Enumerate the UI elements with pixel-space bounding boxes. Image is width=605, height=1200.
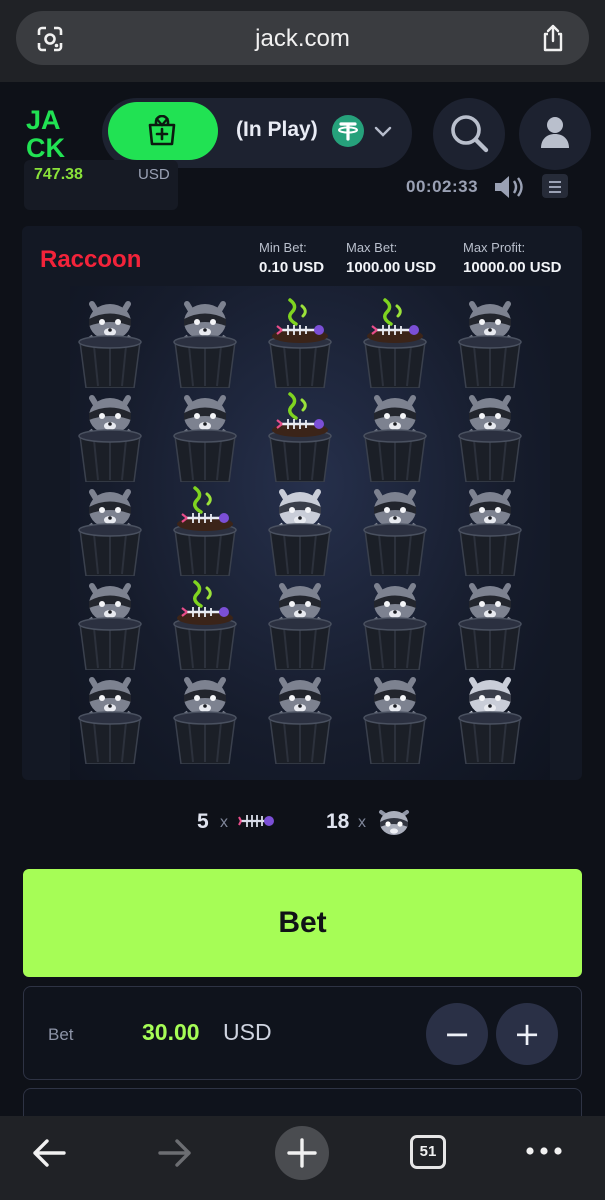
session-timer: 00:02:33 bbox=[406, 177, 479, 196]
url-text[interactable]: jack.com bbox=[16, 25, 589, 53]
game-panel: Raccoon Min Bet: 0.10 USD Max Bet: 1000.… bbox=[22, 226, 582, 780]
address-bar[interactable]: jack.com bbox=[16, 11, 589, 65]
game-board bbox=[70, 286, 550, 780]
svg-text:CK: CK bbox=[26, 133, 65, 160]
raccoon-cell[interactable] bbox=[450, 386, 530, 482]
balance-box: 747.38 USD bbox=[24, 160, 178, 210]
raccoon-cell[interactable] bbox=[355, 668, 435, 764]
browser-top-bar: jack.com bbox=[0, 0, 605, 82]
bet-amount-row: Bet 30.00 USD − + bbox=[23, 986, 582, 1080]
raccoon-cell[interactable] bbox=[165, 668, 245, 764]
increase-bet-button[interactable]: + bbox=[496, 1003, 558, 1065]
balance-currency: USD bbox=[138, 166, 170, 183]
max-bet-value: 1000.00 USD bbox=[346, 259, 437, 276]
bet-button[interactable]: Bet bbox=[23, 869, 582, 977]
raccoon-cell[interactable] bbox=[355, 574, 435, 670]
raccoon-cell[interactable] bbox=[260, 668, 340, 764]
min-bet-stat: Min Bet: 0.10 USD bbox=[259, 240, 324, 276]
raccoon-cell[interactable] bbox=[70, 480, 150, 576]
fish-bone-cell[interactable] bbox=[165, 574, 245, 670]
max-bet-label: Max Bet: bbox=[346, 240, 398, 255]
share-icon[interactable] bbox=[539, 23, 567, 53]
bet-label: Bet bbox=[48, 1025, 74, 1044]
raccoon-cell[interactable] bbox=[165, 386, 245, 482]
plus-icon bbox=[287, 1138, 317, 1168]
fish-bone-cell[interactable] bbox=[165, 480, 245, 576]
raccoon-cell[interactable] bbox=[450, 292, 530, 388]
bet-amount-input[interactable]: 30.00 bbox=[142, 1019, 200, 1046]
tether-icon bbox=[332, 115, 364, 147]
fish-bone-cell[interactable] bbox=[260, 386, 340, 482]
max-profit-label: Max Profit: bbox=[463, 240, 526, 255]
game-title: Raccoon bbox=[40, 246, 142, 273]
decrease-bet-button[interactable]: − bbox=[426, 1003, 488, 1065]
max-profit-stat: Max Profit: 10000.00 USD bbox=[463, 240, 561, 276]
raccoon-cell[interactable] bbox=[355, 480, 435, 576]
search-button[interactable] bbox=[433, 98, 505, 170]
max-bet-stat: Max Bet: 1000.00 USD bbox=[346, 240, 436, 276]
wallet-status: (In Play) bbox=[236, 118, 318, 141]
raccoon-cell[interactable] bbox=[260, 480, 340, 576]
game-info-strip: 747.38 USD 00:02:33 bbox=[0, 160, 605, 212]
search-icon bbox=[451, 115, 489, 153]
min-bet-value: 0.10 USD bbox=[259, 259, 325, 276]
fish-count: 5 bbox=[197, 810, 209, 833]
wallet-selector[interactable]: (In Play) bbox=[102, 98, 412, 168]
fish-bone-cell[interactable] bbox=[260, 292, 340, 388]
cashier-bag-icon bbox=[148, 115, 176, 146]
user-icon bbox=[541, 117, 569, 148]
raccoon-cell[interactable] bbox=[450, 668, 530, 764]
chevron-down-icon[interactable] bbox=[374, 126, 392, 138]
raccoon-icon bbox=[379, 810, 409, 835]
browser-bottom-bar: 51 bbox=[0, 1116, 605, 1200]
result-summary: 5 x 18 x bbox=[0, 800, 605, 844]
raccoon-times: x bbox=[358, 814, 366, 831]
game-menu-button[interactable] bbox=[542, 174, 568, 198]
min-bet-label: Min Bet: bbox=[259, 240, 307, 255]
forward-arrow-icon[interactable] bbox=[156, 1136, 194, 1170]
profile-button[interactable] bbox=[519, 98, 591, 170]
raccoon-cell[interactable] bbox=[70, 668, 150, 764]
raccoon-cell[interactable] bbox=[260, 574, 340, 670]
tabs-switcher[interactable]: 51 bbox=[410, 1135, 446, 1169]
bet-currency: USD bbox=[223, 1019, 272, 1045]
jack-logo[interactable]: JA CK bbox=[24, 104, 80, 160]
raccoon-count: 18 bbox=[326, 810, 350, 833]
balance-value: 747.38 bbox=[34, 166, 83, 183]
svg-text:JA: JA bbox=[26, 105, 61, 135]
menu-icon bbox=[549, 181, 561, 193]
max-profit-value: 10000.00 USD bbox=[463, 259, 562, 276]
cashier-button[interactable] bbox=[108, 102, 218, 160]
raccoon-cell[interactable] bbox=[70, 386, 150, 482]
raccoon-cell[interactable] bbox=[450, 574, 530, 670]
sound-icon[interactable] bbox=[492, 174, 528, 200]
raccoon-cell[interactable] bbox=[450, 480, 530, 576]
raccoon-cell[interactable] bbox=[355, 386, 435, 482]
raccoon-cell[interactable] bbox=[70, 574, 150, 670]
fish-bone-icon bbox=[238, 815, 274, 827]
fish-times: x bbox=[220, 814, 228, 831]
new-tab-button[interactable] bbox=[275, 1126, 329, 1180]
more-dots-icon[interactable] bbox=[524, 1136, 564, 1166]
fish-bone-cell[interactable] bbox=[355, 292, 435, 388]
raccoon-cell[interactable] bbox=[165, 292, 245, 388]
raccoon-cell[interactable] bbox=[70, 292, 150, 388]
back-arrow-icon[interactable] bbox=[30, 1136, 68, 1170]
